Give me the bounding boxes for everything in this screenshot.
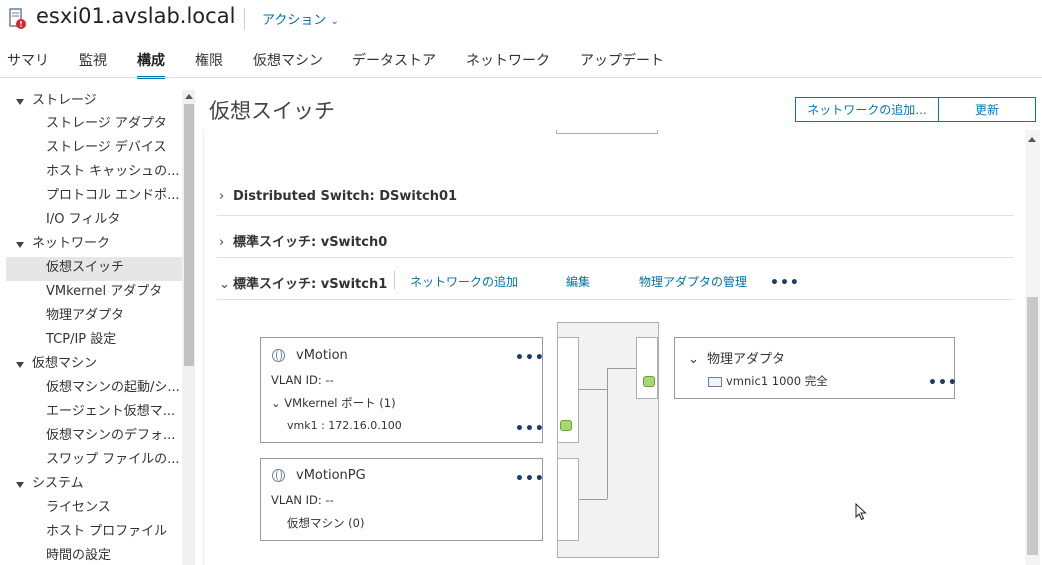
physical-adapters-toggle[interactable]: ⌄ 物理アダプタ <box>688 348 785 367</box>
tab-monitor[interactable]: 監視 <box>79 50 107 76</box>
tab-bar: サマリ 監視 構成 権限 仮想マシン データストア ネットワーク アップデート <box>0 50 1042 79</box>
actions-label: アクション <box>262 13 327 28</box>
header-divider <box>244 8 245 30</box>
tab-updates[interactable]: アップデート <box>580 50 664 76</box>
switch-uplink-slot <box>636 337 658 399</box>
sidebar-scroll-thumb[interactable] <box>184 104 194 366</box>
portgroup-icon <box>272 469 285 482</box>
sidebar-item-time-config[interactable]: 時間の設定 <box>46 545 111 565</box>
add-network-link[interactable]: ネットワークの追加 <box>410 273 518 290</box>
actions-menu[interactable]: アクション ⌄ <box>262 9 339 28</box>
portgroup-name: vMotionPG <box>296 468 366 483</box>
connector-line <box>607 368 636 369</box>
sidebar-item-vmkernel-adapters[interactable]: VMkernel アダプタ <box>46 281 162 305</box>
sidebar-group-network[interactable]: ネットワーク <box>15 233 110 257</box>
portgroup-icon <box>272 349 285 362</box>
host-icon <box>9 8 26 29</box>
switch-row-vswitch1[interactable]: ⌄ 標準スイッチ: vSwitch1 <box>219 273 387 292</box>
sidebar-item-storage-devices[interactable]: ストレージ デバイス <box>46 137 166 161</box>
sidebar-item-tcpip[interactable]: TCP/IP 設定 <box>46 329 116 353</box>
page-title: 仮想スイッチ <box>209 99 335 123</box>
vmkernel-port-item[interactable]: vmk1 : 172.16.0.100 <box>287 419 402 432</box>
sidebar-item-vm-startup[interactable]: 仮想マシンの起動/シ... <box>46 377 180 401</box>
tab-vms[interactable]: 仮想マシン <box>253 50 323 76</box>
sidebar: ストレージ ストレージ アダプタ ストレージ デバイス ホスト キャッシュの..… <box>0 90 182 565</box>
edit-link[interactable]: 編集 <box>566 273 590 290</box>
uplink-port-indicator <box>643 376 655 387</box>
row-divider <box>217 257 1014 258</box>
row-divider <box>217 299 1014 300</box>
switch-row-dswitch[interactable]: › Distributed Switch: DSwitch01 <box>219 189 457 204</box>
sidebar-item-agent-vm[interactable]: エージェント仮想マ... <box>46 401 175 425</box>
tab-networks[interactable]: ネットワーク <box>466 50 550 76</box>
physical-adapters-card[interactable] <box>674 337 955 399</box>
portgroup-more-icon[interactable]: ••• <box>515 351 545 365</box>
sidebar-item-host-profile[interactable]: ホスト プロファイル <box>46 521 167 545</box>
portgroup-vlan: VLAN ID: -- <box>271 493 334 507</box>
switch-port-group-slot <box>557 458 579 541</box>
manage-physical-adapters-link[interactable]: 物理アダプタの管理 <box>639 273 747 290</box>
sidebar-item-protocol-endpoints[interactable]: プロトコル エンドポ... <box>46 185 180 209</box>
vmk-port-more-icon[interactable]: ••• <box>515 422 545 436</box>
chevron-down-icon: ⌄ <box>688 352 699 367</box>
tab-datastores[interactable]: データストア <box>352 50 436 76</box>
refresh-button[interactable]: 更新 <box>938 97 1036 122</box>
connector-line <box>579 389 607 390</box>
sidebar-item-vm-defaults[interactable]: 仮想マシンのデフォ... <box>46 425 175 449</box>
more-actions-icon[interactable]: ••• <box>770 276 800 290</box>
chevron-down-icon: ⌄ <box>219 277 230 292</box>
vmkernel-ports-toggle[interactable]: ⌄ VMkernel ポート (1) <box>271 395 396 411</box>
chevron-down-icon: ⌄ <box>271 396 281 410</box>
row-divider <box>217 215 1014 216</box>
sidebar-group-storage[interactable]: ストレージ <box>16 90 97 114</box>
sidebar-item-io-filters[interactable]: I/O フィルタ <box>46 209 120 233</box>
sidebar-item-physical-adapters[interactable]: 物理アダプタ <box>46 305 124 329</box>
sidebar-item-host-cache[interactable]: ホスト キャッシュの... <box>46 161 180 185</box>
sidebar-group-vm[interactable]: 仮想マシン <box>15 353 97 377</box>
connector-line <box>607 368 608 499</box>
nic-icon <box>708 376 722 387</box>
scroll-up-icon[interactable] <box>1028 137 1036 142</box>
host-title: esxi01.avslab.local <box>36 4 236 28</box>
connector-line <box>579 499 607 500</box>
portgroup-name: vMotion <box>296 348 348 363</box>
portgroup-vlan: VLAN ID: -- <box>271 373 334 387</box>
action-divider <box>394 271 395 289</box>
scroll-up-icon[interactable] <box>185 94 193 99</box>
sidebar-item-storage-adapters[interactable]: ストレージ アダプタ <box>46 113 167 137</box>
vm-count: 仮想マシン (0) <box>287 516 365 530</box>
sidebar-group-system[interactable]: システム <box>16 473 84 497</box>
sidebar-item-virtual-switches[interactable]: 仮想スイッチ <box>6 257 182 281</box>
main-scroll-thumb[interactable] <box>1027 297 1038 555</box>
switch-row-vswitch0[interactable]: › 標準スイッチ: vSwitch0 <box>219 231 387 250</box>
add-network-button[interactable]: ネットワークの追加... <box>795 97 939 122</box>
chevron-right-icon: › <box>219 235 225 250</box>
tab-configure[interactable]: 構成 <box>137 50 165 79</box>
tab-summary[interactable]: サマリ <box>7 50 49 76</box>
mouse-cursor-icon <box>855 503 867 521</box>
physical-adapter-item[interactable]: vmnic1 1000 完全 <box>708 373 828 389</box>
portgroup-more-icon[interactable]: ••• <box>515 472 545 486</box>
sidebar-item-swap-file[interactable]: スワップ ファイルの... <box>46 449 180 473</box>
vmk-port-indicator <box>560 420 572 431</box>
chevron-down-icon: ⌄ <box>330 16 339 27</box>
previous-switch-diagram <box>556 130 658 134</box>
sidebar-item-licensing[interactable]: ライセンス <box>46 497 111 521</box>
tab-divider <box>0 77 1042 78</box>
chevron-right-icon: › <box>219 189 225 204</box>
physical-adapter-more-icon[interactable]: ••• <box>928 376 958 390</box>
tab-permissions[interactable]: 権限 <box>195 50 223 76</box>
